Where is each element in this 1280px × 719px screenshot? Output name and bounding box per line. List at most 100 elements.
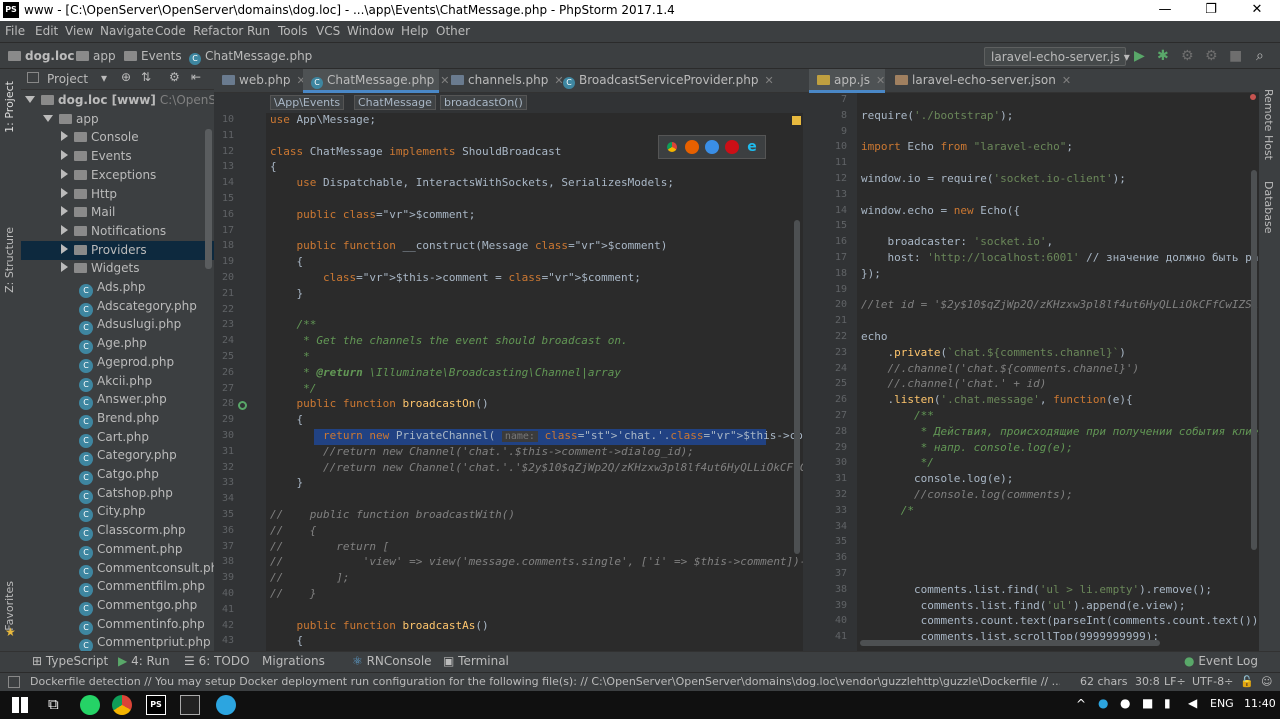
code-breadcrumb-namespace[interactable]: \App\Events [270,95,345,110]
menu-navigate[interactable]: Navigate [100,24,154,38]
windows-start-icon[interactable] [12,697,28,713]
project-tree-item[interactable]: Widgets [21,259,214,278]
tray-chevron-icon[interactable]: ^ [1076,697,1086,711]
collapse-arrow-icon[interactable] [61,150,68,161]
project-tree-item[interactable]: C Answer.php [21,390,214,411]
status-message[interactable]: Dockerfile detection // You may setup Do… [30,675,1060,688]
menu-tools[interactable]: Tools [278,24,308,38]
project-tree-item[interactable]: Exceptions [21,166,214,185]
menu-window[interactable]: Window [347,24,394,38]
project-tree-item[interactable]: app [21,110,214,129]
project-tree-item[interactable]: Events [21,147,214,166]
phpstorm-taskbar-icon[interactable]: PS [146,695,166,715]
minimize-button[interactable]: — [1142,0,1188,21]
clock[interactable]: 11:40 [1244,697,1276,710]
tab-laravel-echo-server-json[interactable]: laravel-echo-server.json ✕ [887,69,1071,93]
tab-broadcastserviceprovider-php[interactable]: C BroadcastServiceProvider.php ✕ [555,69,774,93]
close-tab-icon[interactable]: ✕ [876,74,885,87]
collapse-arrow-icon[interactable] [61,206,68,217]
code-breadcrumb-class[interactable]: ChatMessage [354,95,436,110]
project-tree-item[interactable]: Notifications [21,222,214,241]
project-tree-item[interactable]: C Comment.php [21,540,214,560]
whatsapp-icon[interactable] [80,695,100,715]
project-tree-item[interactable]: Mail [21,203,214,222]
project-tree-item[interactable]: C Adsuslugi.php [21,315,214,336]
menu-code[interactable]: Code [155,24,186,38]
migrations-tool[interactable]: Migrations [262,654,325,668]
volume-icon[interactable]: ◀ [1188,696,1197,710]
tab-web-php[interactable]: web.php ✕ [214,69,306,93]
console-icon[interactable] [180,695,200,715]
database-tool-tab[interactable]: Database [1262,181,1275,234]
file-encoding[interactable]: UTF-8÷ [1192,675,1233,688]
project-tree-item[interactable]: C Commentinfo.php [21,615,214,635]
js-editor[interactable]: require('./bootstrap'); import Echo from … [857,93,1259,651]
tab-channels-php[interactable]: channels.php ✕ [443,69,564,93]
breadcrumb-file[interactable]: C ChatMessage.php [189,49,312,65]
project-tree-item[interactable]: C Cart.php [21,428,214,448]
menu-edit[interactable]: Edit [35,24,58,38]
menu-refactor[interactable]: Refactor [193,24,243,38]
project-tree-item[interactable]: C Ageprod.php [21,353,214,373]
collapse-arrow-icon[interactable] [61,224,68,235]
line-separator[interactable]: LF÷ [1164,675,1186,688]
project-tree-item[interactable]: Http [21,185,214,204]
project-tree-item[interactable]: dog.loc [www]C:\OpenServer\ [21,91,214,110]
terminal-tool[interactable]: ▣ Terminal [443,654,509,668]
project-tree-item[interactable]: Console [21,128,214,147]
project-tree-item[interactable]: C Adscategory.php [21,297,214,317]
breadcrumb-project[interactable]: dog.loc [8,49,74,63]
menu-help[interactable]: Help [401,24,428,38]
run-tool[interactable]: ▶ 4: Run [118,654,170,668]
close-button[interactable]: ✕ [1234,0,1280,21]
language-indicator[interactable]: ENG [1210,697,1234,710]
search-everywhere-icon[interactable]: ⌕ [1256,48,1264,64]
tab-chatmessage-php[interactable]: C ChatMessage.php ✕ [303,69,450,93]
todo-tool[interactable]: ☰ 6: TODO [184,654,250,668]
event-log-tool[interactable]: ● Event Log [1184,654,1258,668]
project-tree-item[interactable]: C Age.php [21,334,214,355]
code-breadcrumb-method[interactable]: broadcastOn() [440,95,527,110]
project-tree-item[interactable]: C Commentpriut.php [21,633,214,651]
lock-icon[interactable]: 🔓 [1240,675,1254,688]
typescript-tool[interactable]: ⊞ TypeScript [32,654,108,668]
chrome-icon[interactable] [665,140,679,154]
collapse-arrow-icon[interactable] [61,131,68,142]
project-tree-item[interactable]: Providers [21,240,214,260]
tray-telegram-icon[interactable]: ● [1098,696,1108,710]
collapse-arrow-icon[interactable] [61,168,68,179]
project-tree-item[interactable]: C Brend.php [21,409,214,429]
project-tool-tab[interactable]: 1: Project [3,81,16,133]
caret-position[interactable]: 30:8 [1135,675,1160,688]
menu-vcs[interactable]: VCS [316,24,340,38]
run-configuration-select[interactable]: laravel-echo-server.js ▾ [984,47,1130,66]
breadcrumb-events[interactable]: Events [124,49,182,63]
project-view-label[interactable]: Project [47,72,88,86]
project-tree-item[interactable]: C Commentfilm.php [21,577,214,598]
project-tree-item[interactable]: C Catgo.php [21,465,214,485]
expand-arrow-icon[interactable] [43,114,53,122]
right-editor-hscrollbar[interactable] [860,640,1160,646]
sync-icon[interactable]: ⊕ [121,70,131,84]
profile-icon[interactable]: ⚙ [1205,48,1218,64]
expand-arrow-icon[interactable] [25,96,35,103]
collapse-icon[interactable]: ⇅ [141,70,151,84]
override-marker-icon[interactable] [238,401,247,410]
menu-other[interactable]: Other [436,24,470,38]
project-tree-item[interactable]: C Category.php [21,446,214,467]
tool-windows-icon[interactable] [8,676,20,688]
close-tab-icon[interactable]: ✕ [764,74,773,87]
project-tree-item[interactable]: C Akcii.php [21,372,214,392]
telegram-icon[interactable] [216,695,236,715]
structure-tool-tab[interactable]: Z: Structure [3,227,16,293]
tab-app-js[interactable]: app.js ✕ [809,69,885,93]
right-editor-scrollbar[interactable] [1251,170,1257,550]
menu-view[interactable]: View [65,24,93,38]
debug-icon[interactable]: ✱ [1157,48,1169,64]
breadcrumb-app[interactable]: app [76,49,116,63]
inspection-warning-icon[interactable] [792,116,801,125]
opera-icon[interactable] [725,140,739,154]
remote-host-tool-tab[interactable]: Remote Host [1262,89,1275,160]
collapse-arrow-icon[interactable] [61,243,68,254]
gear-icon[interactable]: ⚙ [169,70,180,84]
